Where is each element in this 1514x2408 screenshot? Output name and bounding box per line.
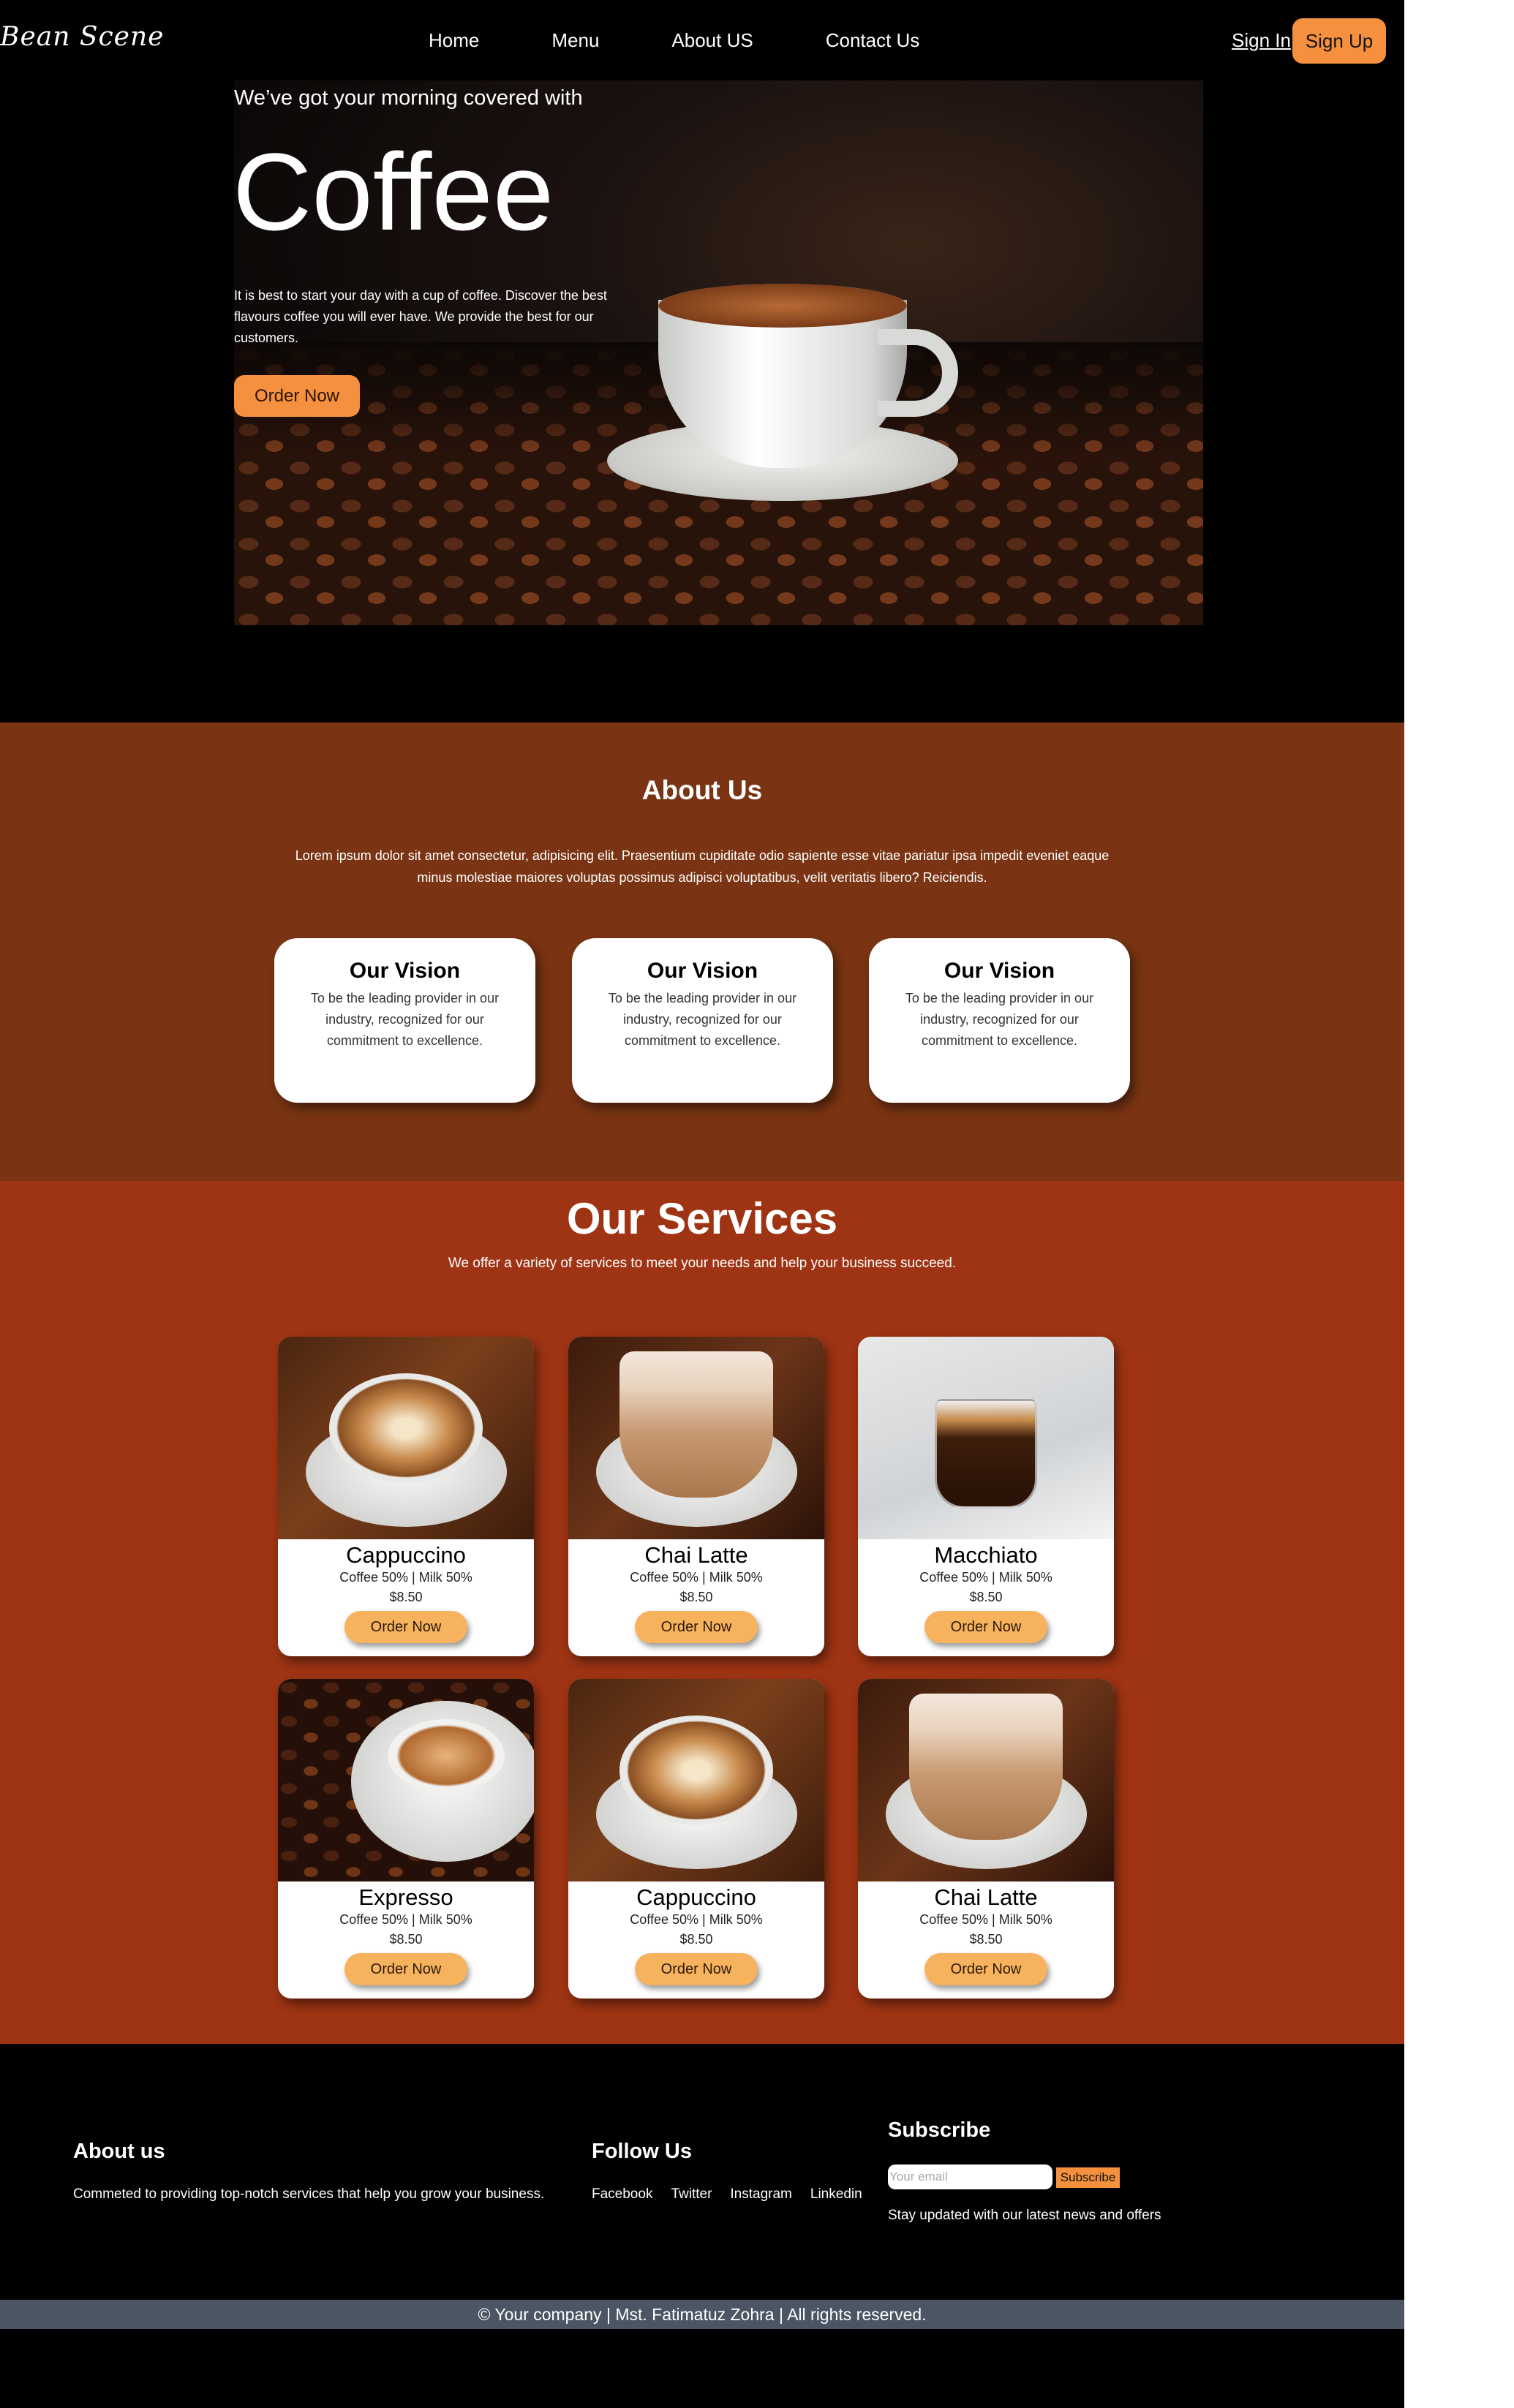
latte-art-graphic — [329, 1373, 483, 1483]
page: Bean Scene Home Menu About US Contact Us… — [0, 0, 1404, 2408]
vision-card-title: Our Vision — [349, 959, 461, 983]
service-price: $8.50 — [389, 1590, 423, 1604]
service-order-button[interactable]: Order Now — [924, 1611, 1047, 1643]
service-mix: Coffee 50% | Milk 50% — [630, 1570, 763, 1585]
macchiato-glass-graphic — [935, 1399, 1037, 1509]
service-name: Cappuccino — [346, 1542, 466, 1568]
service-mix: Coffee 50% | Milk 50% — [630, 1912, 763, 1927]
about-title: About Us — [641, 775, 763, 805]
top-nav: Bean Scene Home Menu About US Contact Us… — [0, 0, 1404, 80]
footer-about-title: About us — [73, 2140, 165, 2163]
service-card: Cappuccino Coffee 50% | Milk 50% $8.50 O… — [568, 1679, 824, 1999]
hero-order-button[interactable]: Order Now — [234, 375, 360, 417]
hero-tagline: We’ve got your morning covered with — [234, 86, 583, 110]
nav-link-menu[interactable]: Menu — [551, 29, 599, 52]
service-card: Chai Latte Coffee 50% | Milk 50% $8.50 O… — [568, 1337, 824, 1656]
macchiato-image — [858, 1337, 1114, 1539]
vision-card-title: Our Vision — [647, 959, 758, 983]
instagram-link[interactable]: Instagram — [730, 2186, 791, 2203]
service-order-button[interactable]: Order Now — [635, 1611, 758, 1643]
footer-subscribe-title: Subscribe — [888, 2118, 991, 2142]
service-mix: Coffee 50% | Milk 50% — [339, 1570, 472, 1585]
vision-card-text: To be the leading provider in our indust… — [608, 991, 797, 1048]
service-card: Cappuccino Coffee 50% | Milk 50% $8.50 O… — [278, 1337, 534, 1656]
cappuccino-image — [278, 1337, 534, 1539]
service-name: Macchiato — [934, 1542, 1038, 1568]
footer-follow-title: Follow Us — [592, 2140, 692, 2163]
subscribe-button[interactable]: Subscribe — [1056, 2167, 1120, 2188]
expresso-image — [278, 1679, 534, 1882]
service-name: Expresso — [358, 1884, 453, 1910]
hero-title: Coffee — [233, 130, 554, 253]
vision-card-title: Our Vision — [944, 959, 1055, 983]
cappuccino-image — [568, 1679, 824, 1882]
service-mix: Coffee 50% | Milk 50% — [919, 1570, 1052, 1585]
service-order-button[interactable]: Order Now — [344, 1611, 467, 1643]
coffee-surface-graphic — [658, 284, 907, 328]
facebook-link[interactable]: Facebook — [592, 2186, 652, 2203]
social-links: Facebook Twitter Instagram Linkedin — [592, 2186, 881, 2203]
service-name: Chai Latte — [934, 1884, 1038, 1910]
service-price: $8.50 — [679, 1590, 713, 1604]
service-price: $8.50 — [969, 1932, 1003, 1947]
espresso-cup-graphic — [388, 1719, 505, 1792]
chai-glass-graphic — [909, 1694, 1063, 1840]
sign-up-button[interactable]: Sign Up — [1292, 18, 1386, 64]
services-subtitle: We offer a variety of services to meet y… — [448, 1256, 957, 1271]
services-title: Our Services — [566, 1194, 838, 1243]
service-name: Chai Latte — [644, 1542, 748, 1568]
copyright-bar: © Your company | Mst. Fatimatuz Zohra | … — [0, 2300, 1404, 2329]
service-mix: Coffee 50% | Milk 50% — [339, 1912, 472, 1927]
linkedin-link[interactable]: Linkedin — [810, 2186, 862, 2203]
nav-link-about[interactable]: About US — [671, 29, 753, 52]
chai-latte-image — [568, 1337, 824, 1539]
latte-art-graphic — [619, 1716, 773, 1825]
vision-card: Our Vision To be the leading provider in… — [274, 938, 535, 1103]
service-order-button[interactable]: Order Now — [635, 1953, 758, 1985]
chai-glass-graphic — [619, 1351, 773, 1498]
footer-about-text: Commeted to providing top-notch services… — [73, 2186, 545, 2202]
chai-latte-image — [858, 1679, 1114, 1882]
service-card: Macchiato Coffee 50% | Milk 50% $8.50 Or… — [858, 1337, 1114, 1656]
service-price: $8.50 — [389, 1932, 423, 1947]
about-text: Lorem ipsum dolor sit amet consectetur, … — [295, 848, 1110, 885]
vision-card: Our Vision To be the leading provider in… — [572, 938, 833, 1103]
service-card: Expresso Coffee 50% | Milk 50% $8.50 Ord… — [278, 1679, 534, 1999]
twitter-link[interactable]: Twitter — [671, 2186, 712, 2203]
service-name: Cappuccino — [636, 1884, 756, 1910]
service-order-button[interactable]: Order Now — [924, 1953, 1047, 1985]
service-price: $8.50 — [679, 1932, 713, 1947]
brand-logo[interactable]: Bean Scene — [0, 22, 164, 52]
service-card: Chai Latte Coffee 50% | Milk 50% $8.50 O… — [858, 1679, 1114, 1999]
service-price: $8.50 — [969, 1590, 1003, 1604]
vision-card-text: To be the leading provider in our indust… — [905, 991, 1094, 1048]
hero-description: It is best to start your day with a cup … — [234, 288, 607, 345]
sign-in-link[interactable]: Sign In — [1232, 29, 1291, 52]
nav-link-home[interactable]: Home — [429, 29, 479, 52]
service-order-button[interactable]: Order Now — [344, 1953, 467, 1985]
nav-links: Home Menu About US Contact Us — [429, 29, 992, 52]
vision-card-text: To be the leading provider in our indust… — [310, 991, 500, 1048]
nav-link-contact[interactable]: Contact Us — [826, 29, 920, 52]
email-input[interactable] — [888, 2164, 1052, 2189]
vision-card: Our Vision To be the leading provider in… — [869, 938, 1130, 1103]
service-mix: Coffee 50% | Milk 50% — [919, 1912, 1052, 1927]
subscribe-note: Stay updated with our latest news and of… — [888, 2208, 1161, 2223]
